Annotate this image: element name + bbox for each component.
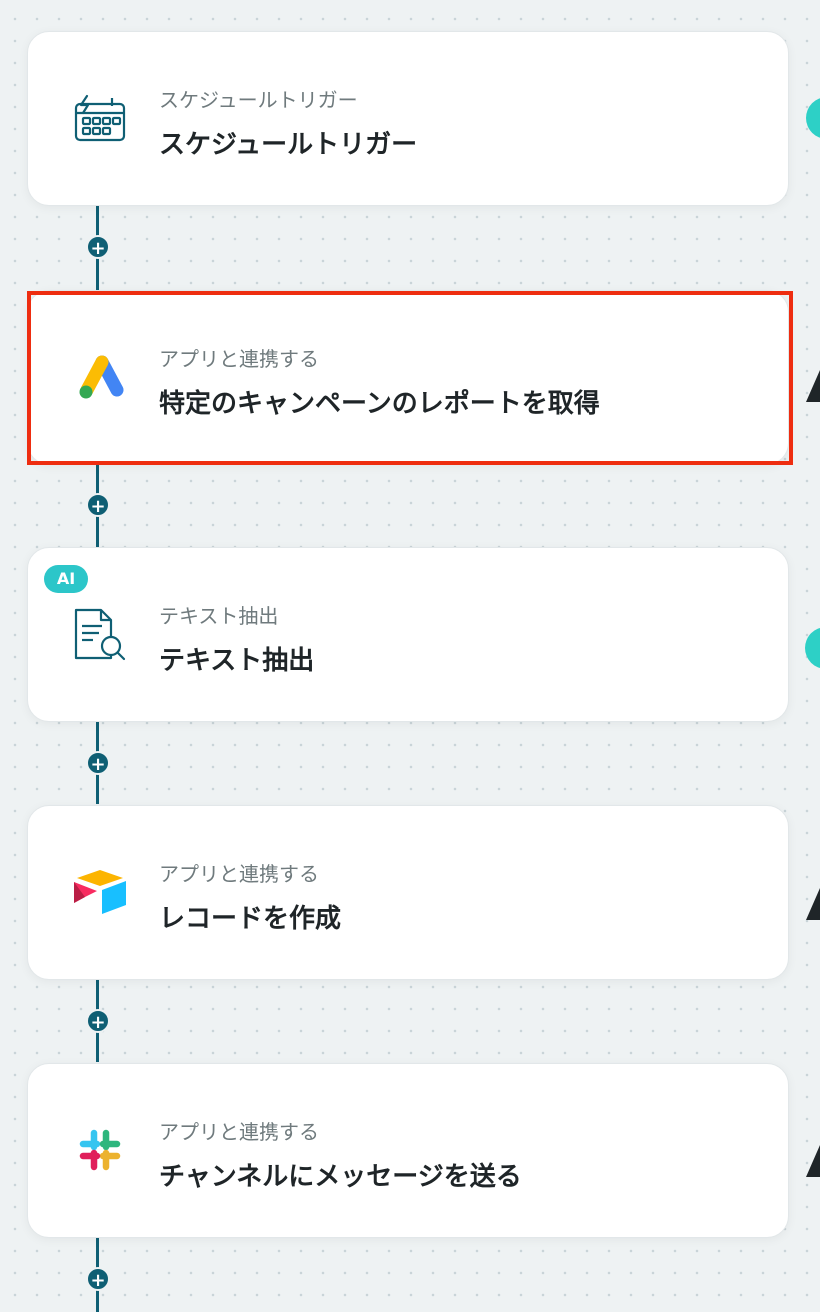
- step-type-label: アプリと連携する: [159, 347, 319, 371]
- warning-icon: [806, 370, 820, 402]
- flow-step-text-extraction[interactable]: テキスト抽出 テキスト抽出: [27, 547, 789, 722]
- flow-step-airtable[interactable]: アプリと連携する レコードを作成: [27, 805, 789, 980]
- step-title: チャンネルにメッセージを送る: [159, 1162, 522, 1192]
- flow-step-google-ads[interactable]: アプリと連携する 特定のキャンペーンのレポートを取得: [27, 290, 789, 465]
- flow-step-schedule-trigger[interactable]: スケジュールトリガー スケジュールトリガー: [27, 31, 789, 206]
- step-title: 特定のキャンペーンのレポートを取得: [159, 389, 600, 419]
- warning-icon: [806, 888, 820, 920]
- google-ads-icon: [72, 349, 128, 405]
- step-title: テキスト抽出: [159, 646, 315, 676]
- step-type-label: アプリと連携する: [159, 1120, 319, 1144]
- step-title: レコードを作成: [159, 904, 342, 934]
- airtable-icon: [72, 864, 128, 920]
- status-indicator: [806, 97, 820, 139]
- add-step-button[interactable]: +: [86, 235, 110, 259]
- step-title: スケジュールトリガー: [159, 130, 418, 160]
- add-step-button[interactable]: +: [86, 1009, 110, 1033]
- flow-step-slack[interactable]: アプリと連携する チャンネルにメッセージを送る: [27, 1063, 789, 1238]
- add-step-button[interactable]: +: [86, 751, 110, 775]
- add-step-button[interactable]: +: [86, 1267, 110, 1291]
- step-type-label: テキスト抽出: [159, 604, 279, 628]
- slack-icon: [72, 1122, 128, 1178]
- add-step-button[interactable]: +: [86, 493, 110, 517]
- schedule-calendar-icon: [72, 90, 128, 146]
- step-type-label: スケジュールトリガー: [159, 88, 358, 112]
- step-type-label: アプリと連携する: [159, 862, 319, 886]
- warning-icon: [806, 1145, 820, 1177]
- document-search-icon: [72, 606, 128, 662]
- ai-badge: AI: [44, 565, 88, 593]
- status-indicator: [805, 627, 820, 669]
